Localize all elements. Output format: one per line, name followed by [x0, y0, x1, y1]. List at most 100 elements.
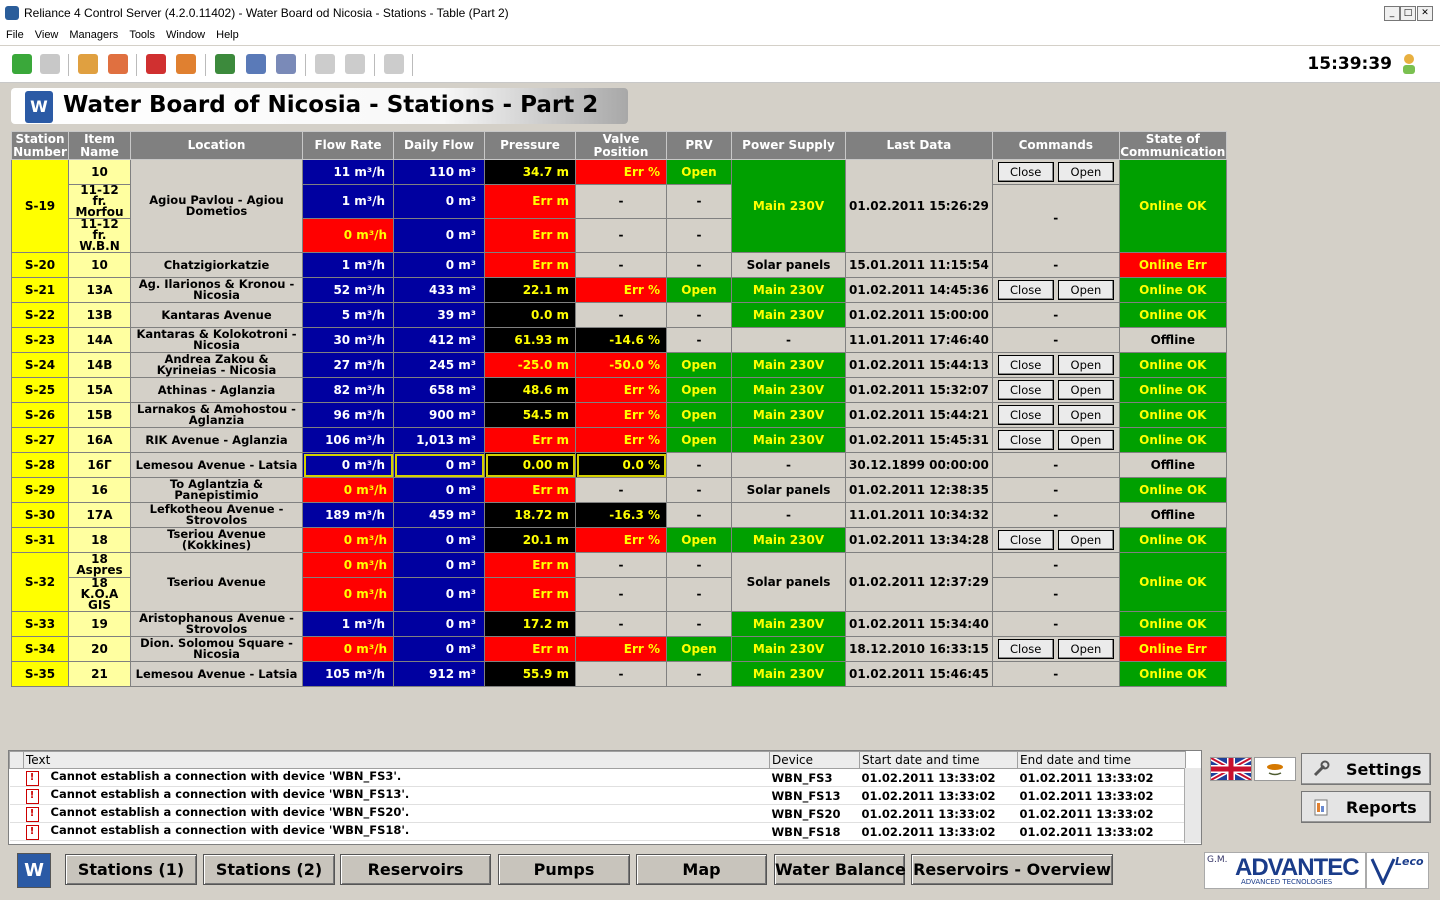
- nav-reservoirs-overview[interactable]: Reservoirs - Overview: [911, 854, 1113, 885]
- menu-tools[interactable]: Tools: [123, 27, 160, 41]
- alarm-col-end[interactable]: End date and time: [1017, 751, 1186, 769]
- report-icon[interactable]: [246, 54, 266, 74]
- alarm-row[interactable]: ! Cannot establish a connection with dev…: [9, 804, 1186, 823]
- open-button[interactable]: Open: [1057, 380, 1114, 400]
- menu-window[interactable]: Window: [160, 27, 210, 41]
- alarm-acknowledge-icon[interactable]: [176, 54, 196, 74]
- alarm-text-cell: ! Cannot establish a connection with dev…: [23, 786, 770, 805]
- station-number: S-21: [11, 277, 69, 303]
- export-icon[interactable]: [384, 54, 404, 74]
- trend-chart-icon[interactable]: [215, 54, 235, 74]
- last-data: 01.02.2011 15:00:00: [845, 302, 993, 328]
- nav-stations-2[interactable]: Stations (2): [203, 854, 335, 885]
- communication-state: Online OK: [1118, 552, 1227, 612]
- cyprus-flag-icon[interactable]: [1254, 757, 1296, 781]
- close-button[interactable]: Close: [997, 530, 1054, 550]
- valve-position: Err %: [575, 636, 667, 662]
- nav-reservoirs[interactable]: Reservoirs: [340, 854, 491, 885]
- menu-help[interactable]: Help: [210, 27, 244, 41]
- back-arrow-icon[interactable]: [12, 54, 32, 74]
- open-button[interactable]: Open: [1057, 355, 1114, 375]
- alarm-row[interactable]: ! Cannot establish a connection with dev…: [9, 822, 1186, 841]
- nav-map[interactable]: Map: [636, 854, 767, 885]
- close-button[interactable]: Close: [997, 280, 1054, 300]
- alarm-col-device[interactable]: Device: [769, 751, 860, 769]
- print-preview-icon[interactable]: [276, 54, 296, 74]
- maximize-button[interactable]: □: [1400, 6, 1416, 21]
- power-supply: Main 230V: [731, 611, 846, 637]
- print-all-icon[interactable]: [345, 54, 365, 74]
- pressure: 61.93 m: [484, 327, 576, 353]
- location: Aristophanous Avenue - Strovolos: [130, 611, 303, 637]
- prv-status: Open: [666, 636, 732, 662]
- leco-logo: Leco: [1366, 852, 1429, 889]
- alarm-col-text[interactable]: Text: [23, 751, 770, 769]
- close-button[interactable]: Close: [997, 430, 1054, 450]
- close-button[interactable]: Close: [997, 380, 1054, 400]
- user-logout-icon[interactable]: [108, 54, 128, 74]
- location: Ag. Ilarionos & Kronou - Nicosia: [130, 277, 303, 303]
- station-number: S-25: [11, 377, 69, 403]
- table-row: S-24 14B Andrea Zakou & Kyrineias - Nico…: [11, 352, 1227, 378]
- valve-position: -: [575, 218, 667, 253]
- menu-managers[interactable]: Managers: [63, 27, 123, 41]
- menu-view[interactable]: View: [29, 27, 64, 41]
- item-name: 19: [68, 611, 131, 637]
- location: RIK Avenue - Aglanzia: [130, 427, 303, 453]
- reports-button[interactable]: Reports: [1301, 791, 1431, 823]
- settings-button[interactable]: Settings: [1301, 753, 1431, 785]
- commands: -: [991, 577, 1120, 612]
- menu-file[interactable]: File: [0, 27, 29, 41]
- alarm-col-start[interactable]: Start date and time: [859, 751, 1018, 769]
- alarm-text: Cannot establish a connection with devic…: [50, 787, 410, 801]
- water-board-home-icon[interactable]: W: [17, 853, 51, 888]
- open-button[interactable]: Open: [1057, 530, 1114, 550]
- valve-position: -14.6 %: [575, 327, 667, 353]
- forward-arrow-icon[interactable]: [40, 54, 60, 74]
- close-button[interactable]: Close: [997, 405, 1054, 425]
- valve-position: -16.3 %: [575, 502, 667, 528]
- page-header: W Water Board of Nicosia - Stations - Pa…: [11, 88, 628, 124]
- pressure: Err m: [484, 184, 576, 219]
- alarm-list[interactable]: Text Device Start date and time End date…: [8, 750, 1202, 845]
- open-button[interactable]: Open: [1057, 162, 1114, 182]
- advantec-gm: G.M.: [1207, 855, 1228, 865]
- last-data: 01.02.2011 15:34:40: [845, 611, 993, 637]
- alarm-start: 01.02.2011 13:33:02: [859, 768, 1018, 787]
- close-button[interactable]: Close: [997, 639, 1054, 659]
- english-flag-icon[interactable]: [1210, 757, 1252, 781]
- last-data: 01.02.2011 12:37:29: [845, 552, 993, 612]
- alarm-row[interactable]: ! Cannot establish a connection with dev…: [9, 768, 1186, 787]
- power-supply: Main 230V: [731, 661, 846, 687]
- communication-state: Online Err: [1118, 252, 1227, 278]
- close-button[interactable]: Close: [997, 162, 1054, 182]
- close-window-button[interactable]: ✕: [1417, 6, 1433, 21]
- nav-water-balance[interactable]: Water Balance: [774, 854, 906, 885]
- users-icon[interactable]: [78, 54, 98, 74]
- alarm-list-icon[interactable]: [146, 54, 166, 74]
- col-flow-rate: Flow Rate: [302, 131, 394, 160]
- item-name: 13A: [68, 277, 131, 303]
- title-bar: Reliance 4 Control Server (4.2.0.11402) …: [0, 0, 1440, 28]
- col-power-supply: Power Supply: [731, 131, 846, 160]
- nav-pumps[interactable]: Pumps: [498, 854, 630, 885]
- alarm-cell: [9, 786, 24, 805]
- alarm-device: WBN_FS18: [769, 822, 860, 841]
- daily-flow: 0 m³: [393, 636, 485, 662]
- logged-user-icon[interactable]: [1401, 53, 1417, 75]
- open-button[interactable]: Open: [1057, 639, 1114, 659]
- alarm-text: Cannot establish a connection with devic…: [50, 805, 410, 819]
- alarm-scrollbar[interactable]: [1184, 768, 1201, 843]
- open-button[interactable]: Open: [1057, 280, 1114, 300]
- alarm-row[interactable]: ! Cannot establish a connection with dev…: [9, 786, 1186, 805]
- station-number: S-31: [11, 527, 69, 553]
- open-button[interactable]: Open: [1057, 405, 1114, 425]
- nav-stations-1[interactable]: Stations (1): [65, 854, 197, 885]
- close-button[interactable]: Close: [997, 355, 1054, 375]
- last-data: 01.02.2011 13:34:28: [845, 527, 993, 553]
- last-data: 01.02.2011 14:45:36: [845, 277, 993, 303]
- open-button[interactable]: Open: [1057, 430, 1114, 450]
- settings-label: Settings: [1346, 760, 1422, 779]
- minimize-button[interactable]: _: [1384, 6, 1400, 21]
- print-icon[interactable]: [315, 54, 335, 74]
